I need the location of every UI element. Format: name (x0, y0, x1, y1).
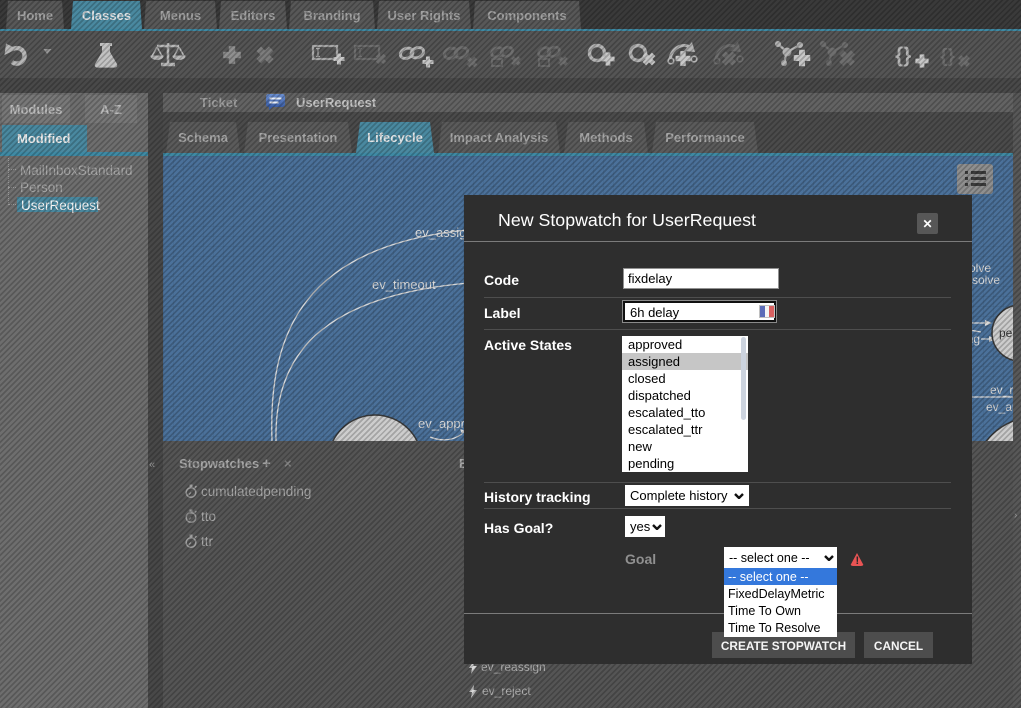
svg-text:ev_auto: ev_auto (986, 400, 1013, 414)
svg-text:{}: {} (940, 46, 955, 67)
svg-text:ev_timeout: ev_timeout (372, 277, 436, 292)
svg-text:{}: {} (895, 44, 911, 67)
svg-text:ev_reopen: ev_reopen (990, 383, 1013, 397)
svg-text:pending: pending (999, 326, 1013, 340)
